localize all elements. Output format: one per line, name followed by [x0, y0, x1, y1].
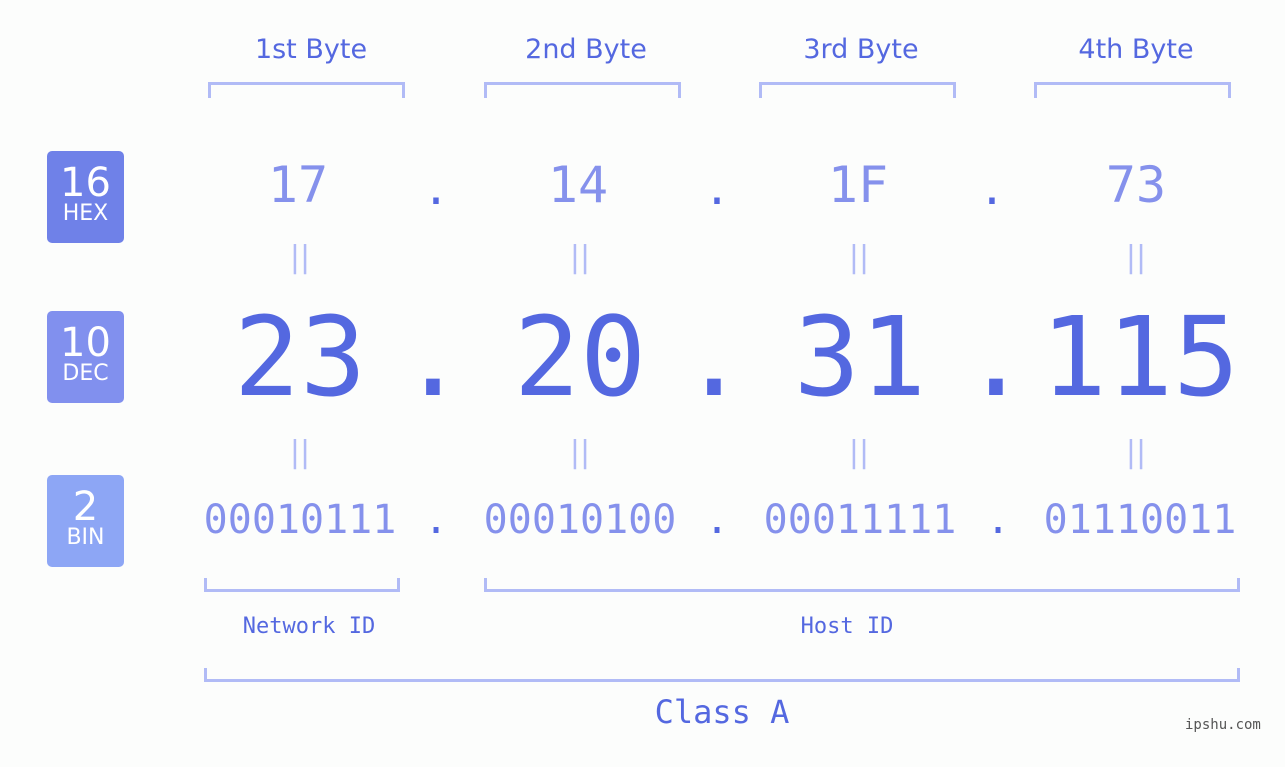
equals-sign: || — [848, 435, 870, 470]
host-id-label: Host ID — [800, 614, 894, 639]
bin-separator-1: . — [423, 497, 449, 543]
network-id-bracket — [204, 578, 400, 592]
dec-badge: 10 DEC — [47, 311, 124, 403]
network-id-label: Network ID — [242, 614, 376, 639]
dec-separator-2: . — [680, 293, 748, 421]
byte-bracket-2 — [484, 82, 681, 98]
dec-separator-3: . — [962, 293, 1030, 421]
bin-value-1: 00010111 — [203, 497, 397, 543]
bin-badge: 2 BIN — [47, 475, 124, 567]
hex-separator-2: . — [703, 164, 731, 215]
dec-badge-label: DEC — [62, 361, 109, 386]
bin-value-4: 01110011 — [1043, 497, 1237, 543]
hex-value-3: 1F — [827, 156, 889, 214]
dec-value-1: 23 — [233, 293, 367, 421]
equals-sign: || — [569, 435, 591, 470]
dec-value-4: 115 — [1040, 293, 1240, 421]
byte-bracket-1 — [208, 82, 405, 98]
watermark: ipshu.com — [1185, 717, 1261, 733]
dec-value-3: 31 — [793, 293, 927, 421]
byte-label-4: 4th Byte — [1078, 34, 1194, 65]
equals-sign: || — [1125, 435, 1147, 470]
byte-label-3: 3rd Byte — [803, 34, 919, 65]
dec-separator-1: . — [399, 293, 467, 421]
hex-value-1: 17 — [267, 156, 329, 214]
equals-sign: || — [848, 240, 870, 275]
byte-bracket-3 — [759, 82, 956, 98]
bin-badge-label: BIN — [66, 525, 105, 550]
bin-separator-2: . — [704, 497, 730, 543]
equals-sign: || — [289, 435, 311, 470]
hex-badge-number: 16 — [60, 160, 111, 206]
hex-badge: 16 HEX — [47, 151, 124, 243]
hex-value-4: 73 — [1105, 156, 1167, 214]
hex-value-2: 14 — [547, 156, 609, 214]
dec-badge-number: 10 — [60, 320, 111, 366]
equals-sign: || — [289, 240, 311, 275]
class-bracket — [204, 668, 1240, 682]
host-id-bracket — [484, 578, 1240, 592]
bin-value-2: 00010100 — [483, 497, 677, 543]
byte-label-2: 2nd Byte — [525, 34, 647, 65]
hex-separator-3: . — [978, 164, 1006, 215]
dec-value-2: 20 — [513, 293, 647, 421]
bin-badge-number: 2 — [72, 484, 99, 530]
byte-bracket-4 — [1034, 82, 1231, 98]
hex-separator-1: . — [422, 164, 450, 215]
bin-value-3: 00011111 — [763, 497, 957, 543]
class-label: Class A — [654, 693, 790, 731]
equals-sign: || — [1125, 240, 1147, 275]
hex-badge-label: HEX — [62, 201, 109, 226]
byte-label-1: 1st Byte — [254, 34, 368, 65]
equals-sign: || — [569, 240, 591, 275]
bin-separator-3: . — [985, 497, 1011, 543]
